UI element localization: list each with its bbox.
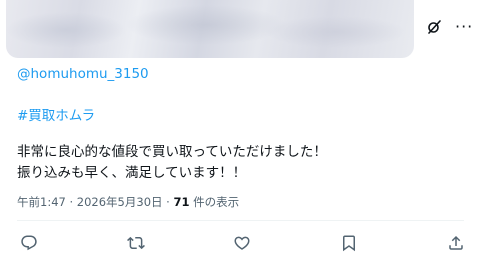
hashtag-link[interactable]: #買取ホムラ: [17, 104, 95, 124]
tweet-timestamp[interactable]: 午前1:47 · 2026年5月30日 ·: [17, 195, 173, 209]
view-count: 71: [173, 195, 190, 209]
retweet-icon[interactable]: [126, 233, 146, 253]
view-suffix: 件の表示: [189, 195, 240, 209]
more-options-button[interactable]: ···: [455, 18, 473, 36]
tweet-meta: 午前1:47 · 2026年5月30日 · 71 件の表示: [17, 194, 239, 210]
reply-icon[interactable]: [19, 233, 39, 253]
action-bar: [0, 233, 481, 253]
blurred-image-area: [6, 0, 414, 58]
tweet-body-line-2: 振り込みも早く、満足しています！！: [17, 165, 247, 181]
top-right-actions: ···: [425, 18, 473, 36]
bookmark-icon[interactable]: [339, 233, 359, 253]
tweet-body: 非常に良心的な値段で買い取っていただけました！ 振り込みも早く、満足しています！…: [17, 142, 327, 184]
tweet-body-line-1: 非常に良心的な値段で買い取っていただけました！: [17, 144, 327, 160]
like-icon[interactable]: [232, 233, 252, 253]
divider: [17, 220, 464, 221]
grok-slash-icon[interactable]: [425, 18, 443, 36]
user-mention-link[interactable]: @homuhomu_3150: [17, 66, 149, 82]
share-icon[interactable]: [446, 233, 466, 253]
